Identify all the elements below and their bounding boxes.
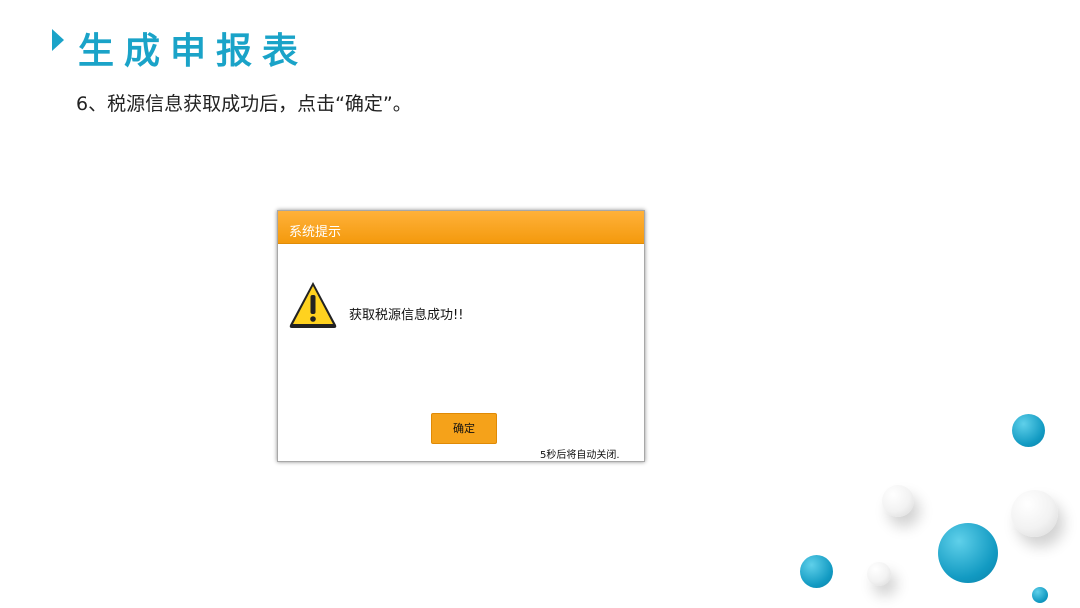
title-marker-icon <box>52 29 64 51</box>
decorative-bubble <box>867 562 891 586</box>
ok-button[interactable]: 确定 <box>431 413 497 444</box>
decorative-bubble <box>1011 490 1058 537</box>
decorative-bubble <box>938 523 998 583</box>
decorative-bubble <box>1032 587 1048 603</box>
dialog-title: 系统提示 <box>289 225 342 240</box>
decorative-bubble <box>1012 414 1045 447</box>
decorative-bubble <box>882 485 914 517</box>
instruction-text: 6、税源信息获取成功后，点击“确定”。 <box>76 93 412 115</box>
dialog-titlebar: 系统提示 <box>278 211 644 244</box>
system-prompt-dialog: 系统提示 获取税源信息成功!! 确定 5秒后将自动关闭. <box>277 210 645 462</box>
dialog-message: 获取税源信息成功!! <box>349 308 464 323</box>
auto-close-countdown: 5秒后将自动关闭. <box>540 450 620 461</box>
slide-title: 生成申报表 <box>78 30 309 72</box>
decorative-bubble <box>800 555 833 588</box>
warning-icon <box>289 282 337 328</box>
